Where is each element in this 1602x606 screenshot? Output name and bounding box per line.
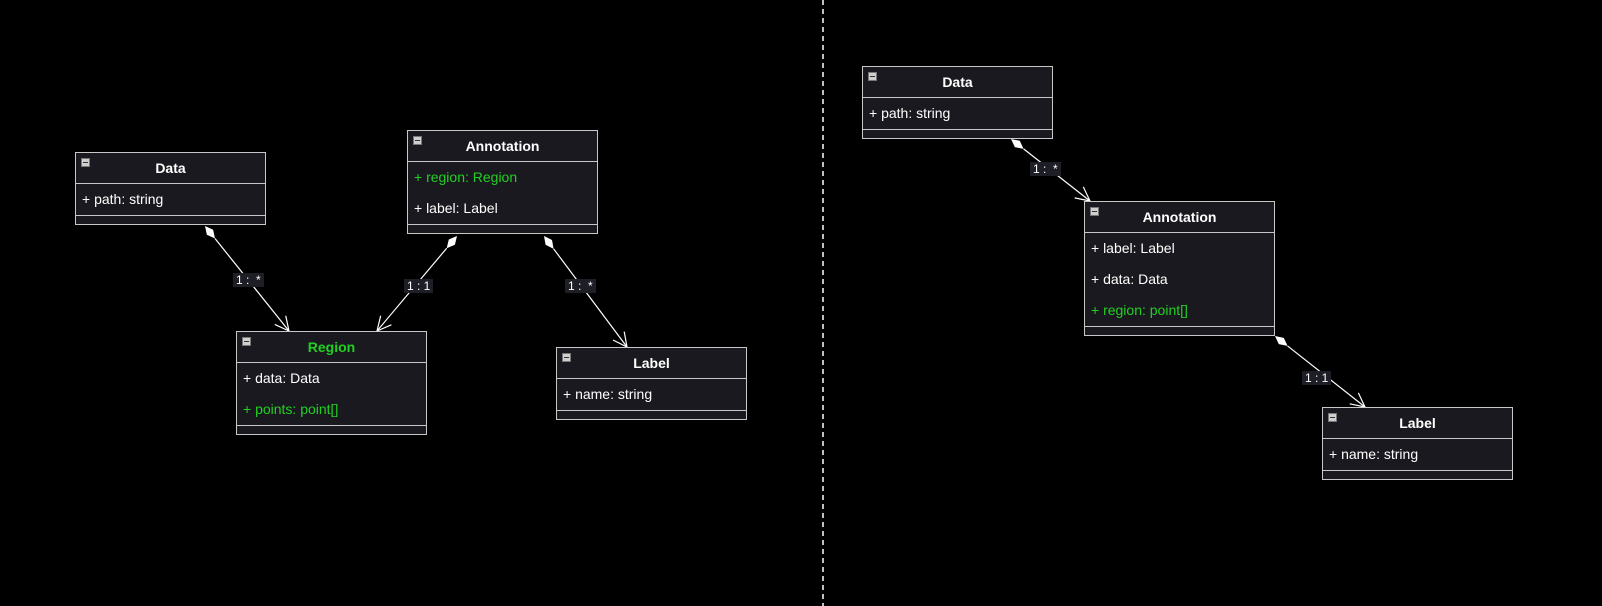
collapse-icon[interactable]	[242, 337, 251, 346]
collapse-icon[interactable]	[562, 353, 571, 362]
methods-section	[863, 129, 1052, 138]
association-line[interactable]	[553, 248, 627, 347]
attribute-row: + label: Label	[414, 200, 498, 216]
class-header: Label	[1323, 408, 1512, 439]
multiplicity-label: 1 : *	[233, 273, 264, 287]
class-title: Label	[633, 355, 670, 371]
attribute-row: + region: Region	[414, 169, 518, 185]
class-header: Annotation	[408, 131, 597, 162]
composition-diamond	[1275, 336, 1288, 346]
class-header: Region	[237, 332, 426, 363]
methods-section	[1323, 470, 1512, 479]
class-title: Data	[155, 160, 186, 176]
connector-layer	[205, 0, 1602, 606]
attribute-row: + name: string	[1329, 446, 1419, 462]
methods-section	[76, 215, 265, 224]
class-title: Annotation	[465, 138, 540, 154]
class-header: Annotation	[1085, 202, 1274, 233]
class-header: Data	[76, 153, 265, 184]
collapse-icon[interactable]	[868, 72, 877, 81]
methods-section	[1085, 326, 1274, 335]
collapse-icon[interactable]	[1328, 413, 1337, 422]
composition-diamond	[544, 236, 554, 249]
left-label-class[interactable]: Label + name: string	[556, 347, 747, 420]
composition-diamond	[1011, 139, 1024, 149]
composition-diamond	[205, 226, 215, 239]
class-header: Label	[557, 348, 746, 379]
multiplicity-label: 1 : *	[565, 279, 596, 293]
right-annotation-class[interactable]: Annotation + label: Label + data: Data +…	[1084, 201, 1275, 336]
collapse-icon[interactable]	[81, 158, 90, 167]
attribute-row: + points: point[]	[243, 401, 339, 417]
multiplicity-label: 1 : *	[1030, 162, 1061, 176]
left-data-class[interactable]: Data + path: string	[75, 152, 266, 225]
attribute-row: + data: Data	[243, 370, 320, 386]
collapse-icon[interactable]	[413, 136, 422, 145]
left-annotation-class[interactable]: Annotation + region: Region + label: Lab…	[407, 130, 598, 234]
attribute-row: + region: point[]	[1091, 302, 1188, 318]
attribute-row: + path: string	[869, 105, 951, 121]
right-label-class[interactable]: Label + name: string	[1322, 407, 1513, 480]
attribute-row: + data: Data	[1091, 271, 1168, 287]
multiplicity-label: 1 : 1	[1302, 371, 1332, 385]
methods-section	[237, 425, 426, 434]
methods-section	[408, 224, 597, 233]
multiplicity-label: 1 : 1	[404, 279, 434, 293]
class-header: Data	[863, 67, 1052, 98]
left-region-class[interactable]: Region + data: Data + points: point[]	[236, 331, 427, 435]
methods-section	[557, 410, 746, 419]
class-title: Label	[1399, 415, 1436, 431]
class-title: Annotation	[1142, 209, 1217, 225]
class-title: Region	[307, 339, 356, 355]
attribute-row: + label: Label	[1091, 240, 1175, 256]
collapse-icon[interactable]	[1090, 207, 1099, 216]
attribute-row: + path: string	[82, 191, 164, 207]
attribute-row: + name: string	[563, 386, 653, 402]
right-data-class[interactable]: Data + path: string	[862, 66, 1053, 139]
composition-diamond	[446, 236, 457, 249]
class-title: Data	[942, 74, 973, 90]
